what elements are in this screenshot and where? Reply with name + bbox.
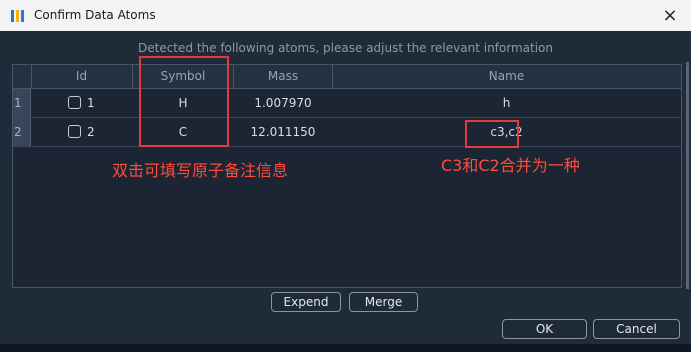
- column-header-name[interactable]: Name: [333, 65, 680, 88]
- id-cell: 1: [87, 96, 95, 110]
- window-title: Confirm Data Atoms: [34, 8, 156, 22]
- annotation-merge-note: C3和C2合并为一种: [441, 156, 580, 175]
- vertical-scrollbar[interactable]: [686, 62, 689, 289]
- symbol-highlight-box: [139, 56, 229, 147]
- name-cell[interactable]: h: [333, 89, 680, 117]
- mass-cell[interactable]: 1.007970: [234, 89, 332, 117]
- table-header: Id Symbol Mass Name: [13, 65, 681, 89]
- confirm-data-atoms-dialog: Confirm Data Atoms × Detected the follow…: [0, 0, 691, 352]
- app-logo-icon: [11, 10, 24, 22]
- name-highlight-box: [465, 120, 519, 148]
- title-bar: Confirm Data Atoms ×: [0, 0, 691, 31]
- row-checkbox[interactable]: [68, 96, 81, 109]
- column-header-mass[interactable]: Mass: [234, 65, 333, 88]
- table-row[interactable]: 2 2 C 12.011150 c3,c2: [13, 118, 681, 147]
- merge-button[interactable]: Merge: [349, 292, 418, 312]
- row-checkbox[interactable]: [68, 125, 81, 138]
- annotation-double-click-note: 双击可填写原子备注信息: [112, 161, 289, 180]
- instruction-text: Detected the following atoms, please adj…: [137, 41, 553, 55]
- row-number[interactable]: 1: [13, 89, 31, 117]
- cancel-button[interactable]: Cancel: [593, 319, 680, 339]
- close-icon[interactable]: ×: [649, 0, 691, 31]
- corner-header: [13, 65, 32, 88]
- bottom-edge: [0, 344, 691, 352]
- id-cell: 2: [87, 125, 95, 139]
- expend-button[interactable]: Expend: [271, 292, 341, 312]
- mass-cell[interactable]: 12.011150: [234, 118, 332, 146]
- table-row[interactable]: 1 1 H 1.007970 h: [13, 89, 681, 118]
- row-number[interactable]: 2: [13, 118, 31, 146]
- ok-button[interactable]: OK: [502, 319, 587, 339]
- column-header-id[interactable]: Id: [31, 65, 133, 88]
